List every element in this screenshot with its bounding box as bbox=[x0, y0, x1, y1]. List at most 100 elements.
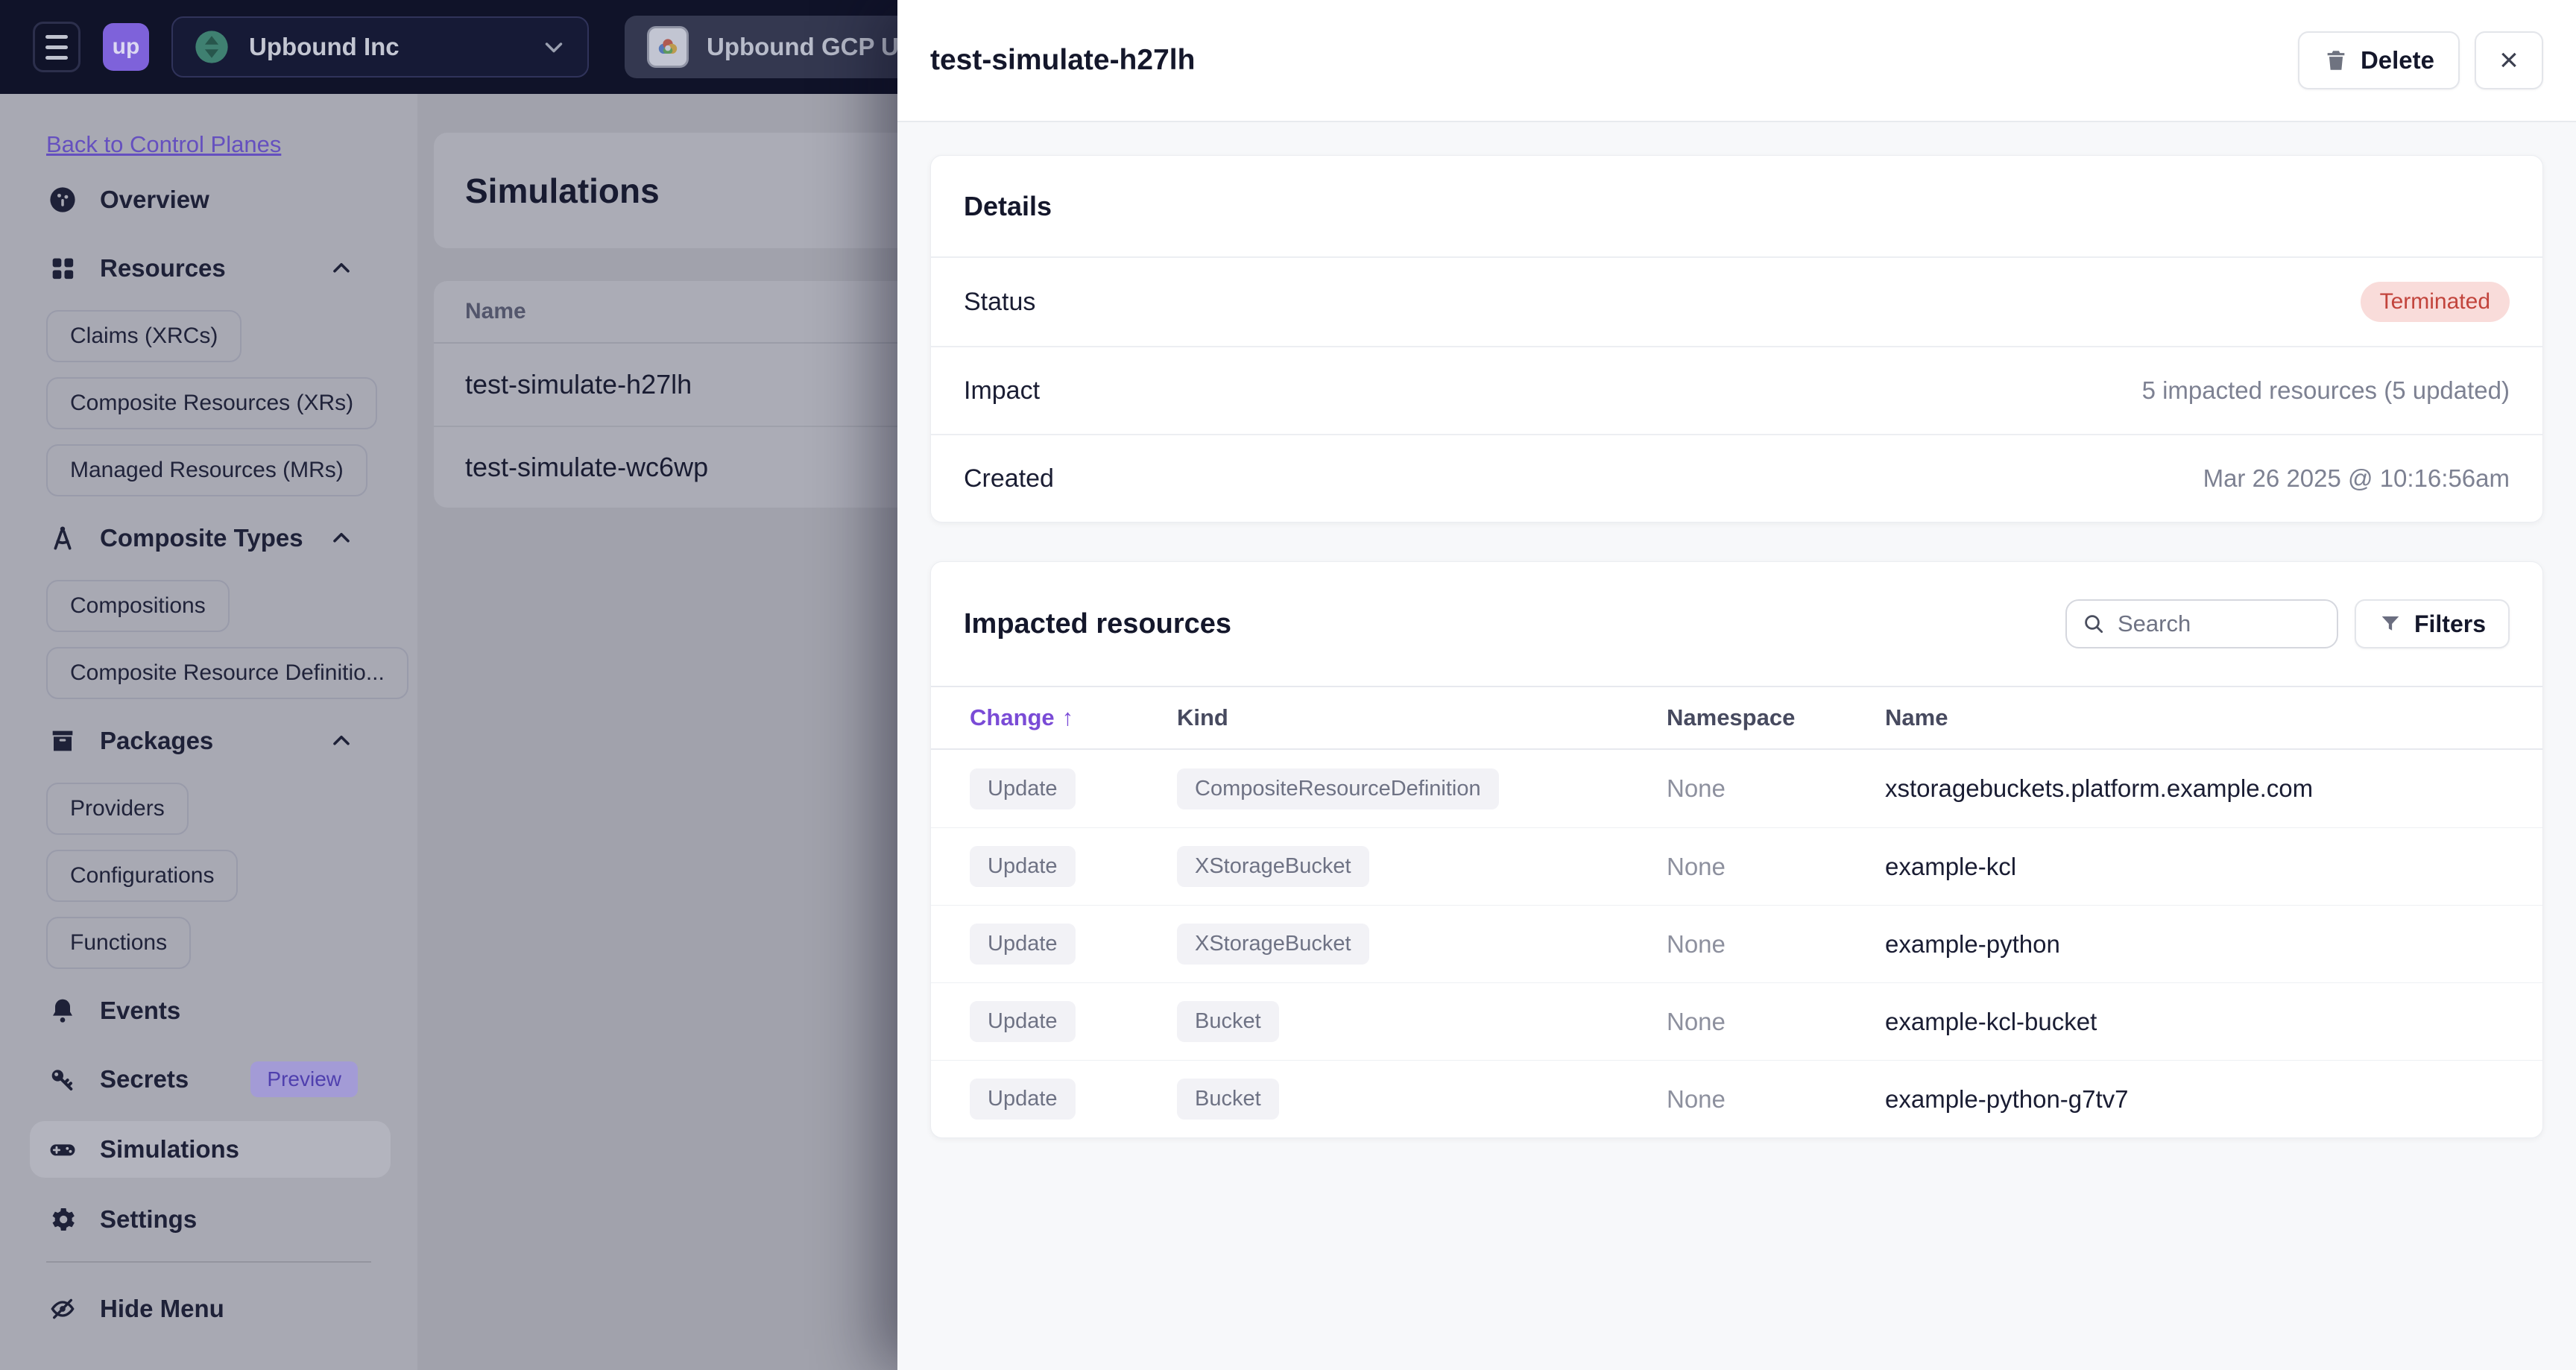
filters-button[interactable]: Filters bbox=[2354, 599, 2510, 648]
org-name: Upbound Inc bbox=[249, 33, 400, 60]
sidebar-item-resources[interactable]: Resources bbox=[0, 242, 417, 295]
impacted-resources-panel: Impacted resources Search Filters Change… bbox=[930, 561, 2543, 1138]
chevron-down-icon bbox=[540, 33, 568, 61]
hide-menu-button[interactable]: Hide Menu bbox=[0, 1282, 417, 1336]
hamburger-menu-button[interactable] bbox=[33, 22, 80, 72]
namespace-cell: None bbox=[1667, 774, 1726, 802]
details-header: Details bbox=[931, 156, 2542, 258]
name-cell: example-python-g7tv7 bbox=[1885, 1085, 2129, 1113]
sidebar-divider bbox=[46, 1261, 371, 1263]
upbound-logo[interactable]: up bbox=[103, 23, 149, 71]
sidebar-chip-composite-resources[interactable]: Composite Resources (XRs) bbox=[46, 377, 378, 429]
impact-label: Impact bbox=[964, 376, 1041, 405]
change-badge: Update bbox=[970, 924, 1076, 965]
bell-icon bbox=[46, 994, 79, 1027]
change-badge: Update bbox=[970, 846, 1076, 887]
sidebar-item-simulations[interactable]: Simulations bbox=[30, 1121, 391, 1178]
sidebar-item-label: Overview bbox=[100, 186, 209, 213]
change-badge: Update bbox=[970, 1001, 1076, 1042]
gcp-cloud-icon bbox=[647, 26, 689, 68]
back-to-control-planes-link[interactable]: Back to Control Planes bbox=[46, 131, 281, 158]
org-avatar bbox=[192, 28, 231, 66]
search-input[interactable] bbox=[2115, 610, 2322, 638]
hide-menu-label: Hide Menu bbox=[100, 1295, 224, 1322]
sort-ascending-icon: ↑ bbox=[1061, 704, 1074, 730]
column-header-kind[interactable]: Kind bbox=[1177, 704, 1667, 731]
drawer-header: test-simulate-h27lh Delete × bbox=[897, 0, 2576, 122]
app-window: up Upbound Inc Upbound GCP U Back to Con… bbox=[0, 0, 2576, 1370]
kind-badge: Bucket bbox=[1177, 1079, 1279, 1120]
namespace-cell: None bbox=[1667, 1085, 1726, 1113]
column-header-name[interactable]: Name bbox=[1885, 704, 2542, 731]
eye-off-icon bbox=[46, 1292, 79, 1325]
table-row[interactable]: Update XStorageBucket None example-pytho… bbox=[931, 905, 2542, 982]
detail-row-status: Status Terminated bbox=[931, 258, 2542, 346]
kind-badge: XStorageBucket bbox=[1177, 846, 1369, 887]
impacted-resources-title: Impacted resources bbox=[964, 607, 1232, 640]
filters-button-label: Filters bbox=[2414, 610, 2486, 637]
name-cell: example-kcl bbox=[1885, 852, 2017, 880]
chevron-up-icon[interactable] bbox=[328, 525, 355, 552]
table-row[interactable]: Update XStorageBucket None example-kcl bbox=[931, 827, 2542, 905]
change-badge: Update bbox=[970, 1079, 1076, 1120]
namespace-cell: None bbox=[1667, 1007, 1726, 1035]
sidebar-chip-compositions[interactable]: Compositions bbox=[46, 580, 230, 632]
delete-button-label: Delete bbox=[2360, 46, 2434, 74]
column-header-namespace[interactable]: Namespace bbox=[1667, 704, 1885, 731]
sidebar-item-composite-types[interactable]: Composite Types bbox=[0, 511, 417, 565]
sidebar-item-label: Composite Types bbox=[100, 524, 303, 552]
sidebar-item-label: Packages bbox=[100, 727, 214, 754]
sidebar-chip-configurations[interactable]: Configurations bbox=[46, 850, 239, 902]
trash-icon bbox=[2323, 48, 2349, 73]
sidebar-chip-claims[interactable]: Claims (XRCs) bbox=[46, 310, 242, 362]
sidebar-item-events[interactable]: Events bbox=[0, 984, 417, 1038]
sidebar-item-label: Simulations bbox=[100, 1135, 240, 1163]
grid-icon bbox=[46, 252, 79, 285]
status-label: Status bbox=[964, 287, 1036, 316]
column-header-change[interactable]: Change ↑ bbox=[970, 704, 1177, 731]
chevron-up-icon[interactable] bbox=[328, 255, 355, 282]
kind-badge: CompositeResourceDefinition bbox=[1177, 768, 1499, 809]
sidebar-chip-providers[interactable]: Providers bbox=[46, 783, 189, 835]
table-row[interactable]: Update CompositeResourceDefinition None … bbox=[931, 750, 2542, 827]
sidebar-item-settings[interactable]: Settings bbox=[0, 1193, 417, 1246]
key-icon bbox=[46, 1063, 79, 1096]
sidebar-chip-functions[interactable]: Functions bbox=[46, 917, 192, 969]
sidebar-item-overview[interactable]: Overview bbox=[0, 173, 417, 227]
gear-icon bbox=[46, 1203, 79, 1236]
namespace-cell: None bbox=[1667, 929, 1726, 958]
close-drawer-button[interactable]: × bbox=[2475, 31, 2543, 89]
table-row[interactable]: Update Bucket None example-kcl-bucket bbox=[931, 982, 2542, 1060]
package-box-icon bbox=[46, 725, 79, 757]
sidebar-item-label: Secrets bbox=[100, 1065, 189, 1093]
namespace-cell: None bbox=[1667, 852, 1726, 880]
table-header-row: Change ↑ Kind Namespace Name bbox=[931, 687, 2542, 750]
control-plane-selector[interactable]: Upbound GCP U bbox=[625, 16, 938, 78]
sidebar-item-packages[interactable]: Packages bbox=[0, 714, 417, 768]
sidebar-chip-composite-resource-definitions[interactable]: Composite Resource Definitio... bbox=[46, 647, 408, 699]
control-plane-name: Upbound GCP U bbox=[707, 33, 899, 60]
detail-row-created: Created Mar 26 2025 @ 10:16:56am bbox=[931, 434, 2542, 522]
sidebar-chip-managed-resources[interactable]: Managed Resources (MRs) bbox=[46, 444, 367, 496]
compass-icon bbox=[46, 522, 79, 555]
sidebar-item-label: Resources bbox=[100, 254, 226, 282]
drawer-body: Details Status Terminated Impact 5 impac… bbox=[897, 122, 2576, 1171]
sidebar-item-label: Events bbox=[100, 997, 181, 1024]
overview-gauge-icon bbox=[46, 183, 79, 216]
name-cell: example-kcl-bucket bbox=[1885, 1007, 2097, 1035]
org-selector[interactable]: Upbound Inc bbox=[171, 16, 589, 78]
chevron-up-icon[interactable] bbox=[328, 727, 355, 754]
created-value: Mar 26 2025 @ 10:16:56am bbox=[2203, 464, 2510, 492]
name-cell: xstoragebuckets.platform.example.com bbox=[1885, 774, 2314, 802]
drawer-title: test-simulate-h27lh bbox=[930, 44, 1196, 76]
name-cell: example-python bbox=[1885, 929, 2060, 958]
delete-button[interactable]: Delete bbox=[2297, 31, 2460, 89]
search-box[interactable] bbox=[2065, 599, 2338, 648]
detail-row-impact: Impact 5 impacted resources (5 updated) bbox=[931, 346, 2542, 434]
search-icon bbox=[2082, 612, 2106, 636]
status-badge: Terminated bbox=[2360, 282, 2510, 322]
change-badge: Update bbox=[970, 768, 1076, 809]
sidebar-item-secrets[interactable]: Secrets Preview bbox=[0, 1052, 417, 1106]
impacted-resources-table: Change ↑ Kind Namespace Name Update Comp… bbox=[931, 686, 2542, 1137]
table-row[interactable]: Update Bucket None example-python-g7tv7 bbox=[931, 1060, 2542, 1137]
